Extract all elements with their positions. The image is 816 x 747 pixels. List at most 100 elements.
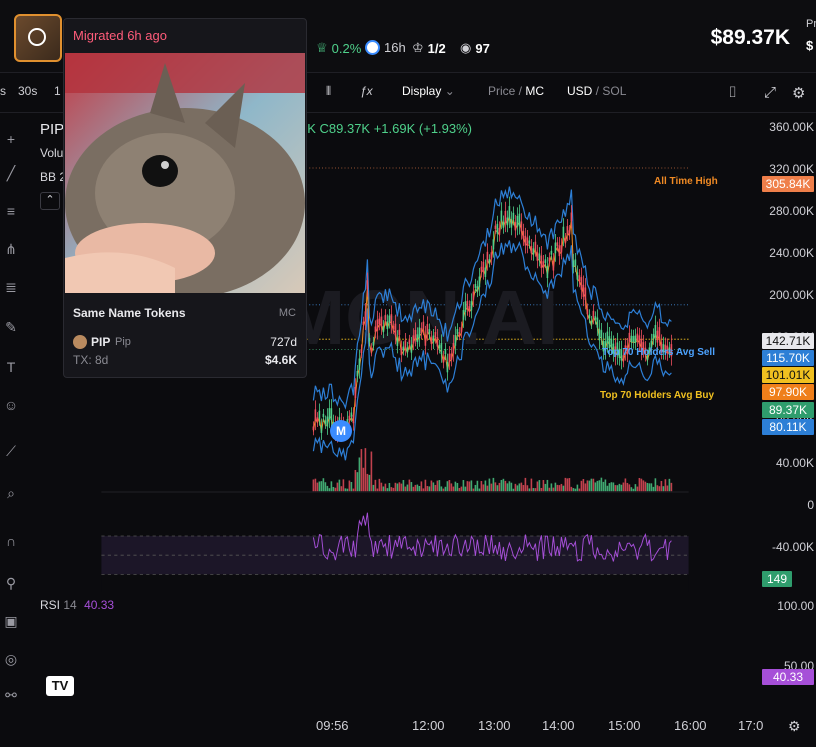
drawing-tools: + ╱ ≡ ⋔ ≣ ✎ T ☺ ⟋ ⌕ ∩ ⚲ ▣ ◎ ⚯ <box>0 112 24 732</box>
candle-body <box>444 348 447 355</box>
candle-body <box>514 222 517 231</box>
candle-body <box>566 226 569 234</box>
magnet-icon[interactable]: ∩ <box>2 532 20 550</box>
fib-icon[interactable]: ≣ <box>2 278 20 296</box>
candle-body <box>572 260 575 267</box>
crown-icon: ♔ <box>412 40 424 55</box>
lock-icon[interactable]: ▣ <box>2 612 20 630</box>
migration-marker[interactable]: M <box>330 420 352 442</box>
candle-body <box>528 240 531 244</box>
candle-body <box>480 266 483 272</box>
indicators-icon[interactable]: ƒx <box>360 84 373 98</box>
candle-body <box>578 275 581 282</box>
candle-body <box>600 330 603 338</box>
same-name-token-row[interactable]: PIP Pip 727d TX: 8d $4.6K <box>73 333 297 373</box>
candle-body <box>408 340 411 345</box>
volume-bar <box>514 483 517 492</box>
candle-body <box>636 333 639 341</box>
volume-bar <box>496 485 499 492</box>
volume-bar <box>654 478 657 492</box>
brush-icon[interactable]: ✎ <box>2 318 20 336</box>
volume-bar <box>378 478 381 492</box>
crosshair-icon[interactable]: + <box>2 130 20 148</box>
volume-bar <box>380 482 383 492</box>
gear-icon[interactable]: ⚙ <box>792 84 805 102</box>
volume-bar <box>440 486 443 492</box>
emoji-icon[interactable]: ☺ <box>2 396 20 414</box>
volume-bar <box>448 479 451 492</box>
volume-bar <box>544 483 547 492</box>
volume-bar <box>534 488 537 492</box>
node-icon[interactable]: ⋔ <box>2 240 20 258</box>
ruler-icon[interactable]: ⟋ <box>2 442 20 460</box>
hlines-icon[interactable]: ≡ <box>2 202 20 220</box>
token-image <box>65 53 305 293</box>
timeframe-30s[interactable]: 30s <box>18 84 37 98</box>
candle-body <box>462 310 465 320</box>
candle-body <box>372 341 375 346</box>
volume-bar <box>472 488 475 492</box>
candle-body <box>492 239 495 250</box>
volume-bar <box>336 482 339 492</box>
link-icon[interactable]: ⚯ <box>2 686 20 704</box>
lock-draw-icon[interactable]: ⚲ <box>2 574 20 592</box>
camera-icon[interactable]: ⌷ <box>728 84 737 101</box>
candle-body <box>368 337 371 342</box>
candle-body <box>412 335 415 344</box>
candle-body <box>658 327 661 338</box>
expand-icon[interactable]: ⤢ <box>764 84 776 101</box>
migration-status: Migrated 6h ago <box>73 28 167 43</box>
watchers-stat: ◉ 97 <box>460 40 490 56</box>
price-mc-toggle[interactable]: Price / MC <box>488 84 544 98</box>
volume-bar <box>576 484 579 492</box>
zoom-icon[interactable]: ⌕ <box>2 484 20 502</box>
y-tick: 0 <box>807 498 814 512</box>
candle-type-icon[interactable]: ⫴ <box>326 84 331 99</box>
eye-toggle-icon[interactable]: ◎ <box>2 650 20 668</box>
clock-icon <box>365 40 380 55</box>
volume-bar <box>588 480 591 492</box>
candle-body <box>570 212 573 221</box>
x-tick: 12:00 <box>412 718 445 733</box>
volume-bar <box>478 488 481 492</box>
candle-body <box>460 327 463 333</box>
volume-bar <box>438 480 441 492</box>
search-icon[interactable] <box>28 28 46 46</box>
volume-bar <box>412 486 415 492</box>
currency-toggle[interactable]: USD / SOL <box>567 84 626 98</box>
timeframe-s[interactable]: s <box>0 84 6 98</box>
volume-bar <box>586 480 589 492</box>
ath-tag: 305.84K <box>762 176 814 192</box>
display-dropdown[interactable]: Display ⌄ <box>402 84 455 98</box>
candle-body <box>384 314 387 320</box>
timeframe-1[interactable]: 1 <box>54 84 61 98</box>
volume-bar <box>652 486 655 492</box>
volume-bar <box>614 485 617 492</box>
volume-bar <box>468 481 471 492</box>
candle-body <box>382 326 385 333</box>
candle-body <box>652 334 655 340</box>
volume-bar <box>584 483 587 492</box>
candle-body <box>406 347 409 352</box>
candle-body <box>454 335 457 346</box>
candle-body <box>358 358 361 370</box>
volume-bar <box>390 487 393 492</box>
volume-bar <box>414 484 417 492</box>
volume-bar <box>452 486 455 492</box>
collapse-legend-button[interactable]: ⌃ <box>40 192 60 210</box>
volume-bar <box>596 480 599 492</box>
text-icon[interactable]: T <box>2 358 20 376</box>
tradingview-logo: TV <box>46 676 74 696</box>
candle-body <box>470 301 473 311</box>
trendline-icon[interactable]: ╱ <box>2 164 20 182</box>
y-tick: 40.00K <box>775 456 814 470</box>
candle-body <box>420 328 423 334</box>
rsi-y-tick: 100.00 <box>777 599 814 613</box>
volume-bar <box>510 482 513 492</box>
volume-bar <box>394 482 397 492</box>
volume-bar <box>634 484 637 492</box>
volume-bar <box>332 486 335 492</box>
holders-stat: ♕ 0.2% <box>316 40 361 56</box>
chart-settings-icon[interactable]: ⚙ <box>788 718 801 735</box>
volume-bar <box>498 482 501 492</box>
